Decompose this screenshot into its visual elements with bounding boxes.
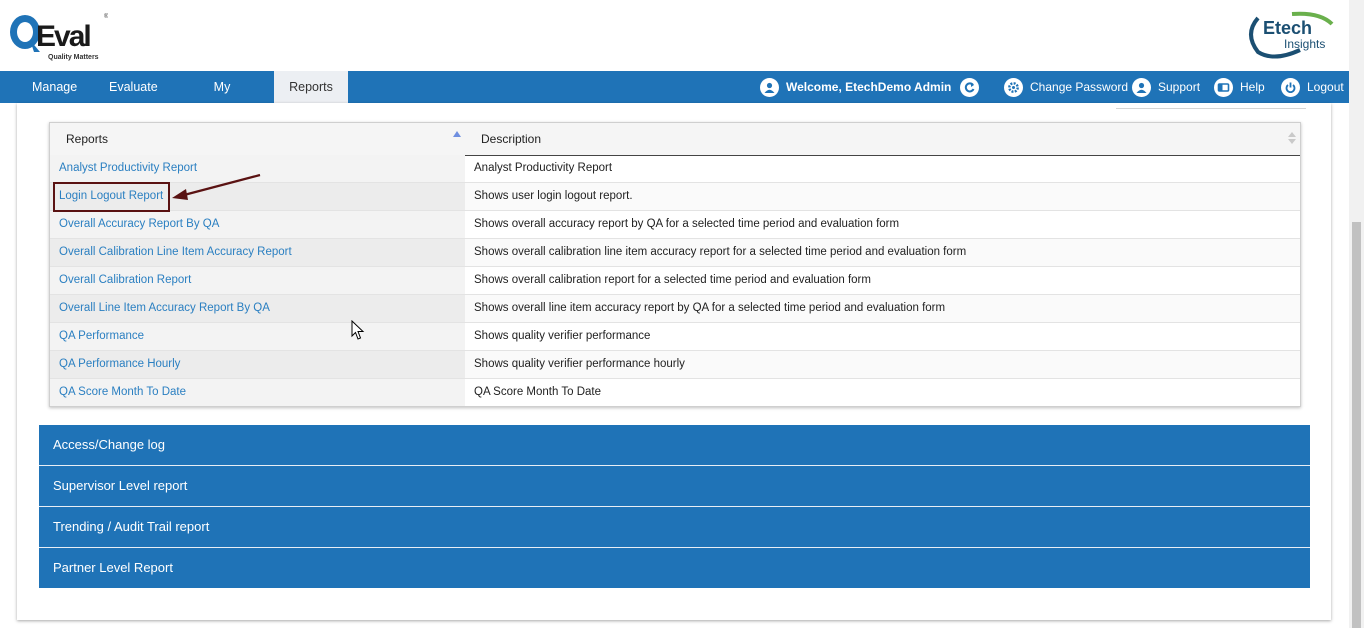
report-description: Shows overall accuracy report by QA for … [474,218,900,230]
welcome-text: Welcome, EtechDemo Admin [786,80,952,94]
report-description: Shows quality verifier performance [474,330,651,342]
annotation-highlight-box [53,182,170,212]
report-description: QA Score Month To Date [474,386,601,398]
report-link[interactable]: Overall Line Item Accuracy Report By QA [50,295,465,322]
support-button[interactable]: Support [1132,71,1200,103]
section-access-change-log[interactable]: Access/Change log [39,425,1310,465]
reports-table: Reports Description Analyst Productivity… [49,122,1301,407]
nav-reports[interactable]: Reports [274,71,348,103]
report-description: Analyst Productivity Report [474,162,613,174]
report-description: Shows overall line item accuracy report … [465,295,1300,322]
refresh-icon [960,77,979,97]
mouse-cursor-icon [351,320,365,340]
nav-evaluate[interactable]: Evaluate [95,71,167,103]
table-row: Analyst Productivity Report Analyst Prod… [50,155,1300,183]
report-description: Shows quality verifier performance hourl… [465,351,1300,378]
nav-manage[interactable]: Manage [18,71,86,103]
table-row: QA Performance Hourly Shows quality veri… [50,351,1300,379]
report-link[interactable]: Analyst Productivity Report [50,155,465,182]
table-header: Reports Description [50,123,1300,156]
report-description: Shows overall calibration report for a s… [474,274,871,286]
qeval-logo[interactable]: Eval ® Quality Matters [8,10,109,64]
gear-icon [1004,77,1023,97]
sort-ascending-icon[interactable] [453,131,461,137]
sort-icon[interactable] [1288,132,1296,144]
logout-label: Logout [1307,80,1344,94]
etech-wordmark: Etech [1263,18,1313,38]
support-label: Support [1158,80,1201,94]
table-row: QA Score Month To Date QA Score Month To… [50,379,1300,407]
report-description: Shows overall calibration line item accu… [465,239,1300,266]
report-link[interactable]: QA Performance Hourly [50,351,465,378]
report-description: Shows user login logout report. [465,183,1300,210]
table-row: Overall Line Item Accuracy Report By QA … [50,295,1300,323]
insights-wordmark: Insights [1284,37,1326,51]
qeval-tagline: Quality Matters [48,54,99,61]
table-row: Overall Accuracy Report By QA Shows over… [50,211,1300,239]
report-link[interactable]: QA Performance [50,323,465,350]
support-icon [1132,77,1151,97]
power-icon [1281,77,1300,97]
etech-insights-logo[interactable]: Etech Insights [1244,10,1338,60]
table-row: QA Performance Shows quality verifier pe… [50,323,1300,351]
report-link[interactable]: Overall Calibration Report [50,267,465,294]
table-row: Overall Calibration Report Shows overall… [50,267,1300,295]
section-trending-audit-trail-report[interactable]: Trending / Audit Trail report [39,507,1310,547]
user-icon [760,77,779,97]
page-scrollbar[interactable] [1349,0,1364,628]
svg-text:®: ® [104,13,108,20]
help-button[interactable]: Help [1214,71,1265,103]
table-row: Overall Calibration Line Item Accuracy R… [50,239,1300,267]
scrollbar-thumb[interactable] [1352,222,1361,628]
refresh-button[interactable] [960,71,986,103]
app-header: Eval ® Quality Matters Etech Insights [0,0,1364,71]
help-icon [1214,77,1233,97]
column-header-description[interactable]: Description [481,123,541,155]
column-header-reports[interactable]: Reports [66,123,108,155]
change-password-button[interactable]: Change Password [1004,71,1128,103]
main-nav: Manage Evaluate My Universe Reports Welc… [0,71,1349,126]
divider [1116,108,1306,109]
report-link[interactable]: Overall Accuracy Report By QA [50,211,465,238]
report-link[interactable]: Overall Calibration Line Item Accuracy R… [50,239,465,266]
section-partner-level-report[interactable]: Partner Level Report [39,548,1310,588]
welcome-user[interactable]: Welcome, EtechDemo Admin [760,71,951,103]
logout-button[interactable]: Logout [1281,71,1344,103]
table-row: Login Logout Report Shows user login log… [50,183,1300,211]
nav-my-universe[interactable]: My Universe [176,71,268,126]
help-label: Help [1240,80,1265,94]
report-link[interactable]: QA Score Month To Date [50,379,465,406]
svg-text:Eval: Eval [36,20,90,53]
change-password-label: Change Password [1030,80,1129,94]
section-supervisor-level-report[interactable]: Supervisor Level report [39,466,1310,506]
